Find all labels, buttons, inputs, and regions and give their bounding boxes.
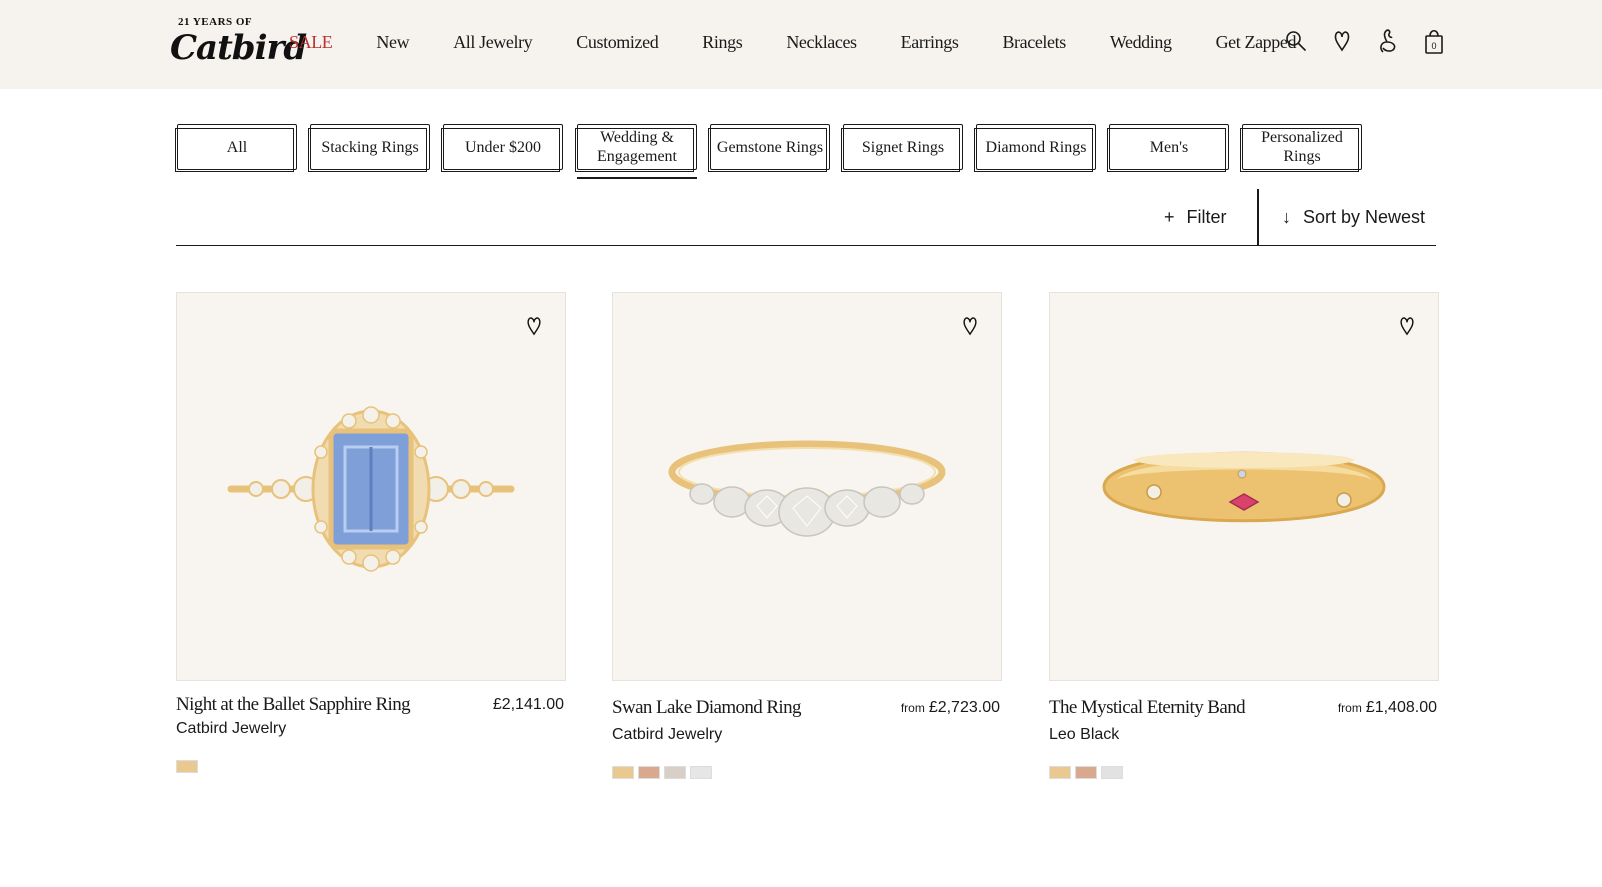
swatch-white-gold[interactable] xyxy=(664,766,686,779)
logo-wordmark: Catbird xyxy=(170,28,307,68)
swatch-white-gold[interactable] xyxy=(1101,766,1123,779)
sort-label: Sort by Newest xyxy=(1303,207,1426,227)
category-all[interactable]: All xyxy=(175,124,297,172)
nav-item-earrings[interactable]: Earrings xyxy=(901,32,959,53)
product-price-value: £1,408.00 xyxy=(1365,699,1437,716)
swan-icon[interactable] xyxy=(1375,26,1401,56)
product-brand: Catbird Jewelry xyxy=(612,726,723,743)
nav-item-all-jewelry[interactable]: All Jewelry xyxy=(453,32,532,53)
category-personalized-rings[interactable]: Personalized Rings xyxy=(1240,124,1362,172)
category-gemstone-rings[interactable]: Gemstone Rings xyxy=(708,124,830,172)
product-card[interactable]: The Mystical Eternity Band from £1,408.00… xyxy=(1049,292,1439,779)
metal-swatches xyxy=(176,760,202,773)
swatch-yellow-gold[interactable] xyxy=(1049,766,1071,779)
product-image[interactable] xyxy=(1049,292,1439,681)
logo-anniversary-text: 21 YEARS OF xyxy=(178,16,253,28)
nav-item-new[interactable]: New xyxy=(376,32,409,53)
category-mens[interactable]: Men's xyxy=(1107,124,1229,172)
category-signet-rings[interactable]: Signet Rings xyxy=(841,124,963,172)
plus-icon: + xyxy=(1164,207,1175,227)
sort-button[interactable]: ↓ Sort by Newest xyxy=(1282,207,1425,228)
price-from-label: from xyxy=(1337,701,1362,715)
eternity-band-image xyxy=(1102,451,1386,522)
swatch-rose-gold[interactable] xyxy=(638,766,660,779)
svg-text:0: 0 xyxy=(1431,41,1436,51)
wishlist-heart-icon[interactable] xyxy=(1398,315,1416,342)
filter-divider xyxy=(1257,189,1259,246)
bag-icon[interactable]: 0 xyxy=(1421,26,1447,56)
nav-item-customized[interactable]: Customized xyxy=(576,32,658,53)
wishlist-heart-icon[interactable] xyxy=(525,315,543,342)
nav-item-bracelets[interactable]: Bracelets xyxy=(1002,32,1066,53)
product-brand: Catbird Jewelry xyxy=(176,720,287,737)
product-name[interactable]: The Mystical Eternity Band xyxy=(1049,697,1246,719)
swatch-yellow-gold[interactable] xyxy=(612,766,634,779)
nav-item-necklaces[interactable]: Necklaces xyxy=(786,32,857,53)
filter-label: Filter xyxy=(1186,207,1227,227)
product-price-value: £2,723.00 xyxy=(928,699,1000,716)
catbird-logo[interactable]: 21 YEARS OF Catbird xyxy=(170,14,307,70)
product-price: £2,141.00 xyxy=(493,696,564,714)
product-brand: Leo Black xyxy=(1049,726,1120,743)
category-diamond-rings[interactable]: Diamond Rings xyxy=(974,124,1096,172)
search-icon[interactable] xyxy=(1283,26,1309,56)
sapphire-ring-image xyxy=(227,405,515,572)
product-price-value: £2,141.00 xyxy=(492,696,564,713)
wishlist-heart-icon[interactable] xyxy=(961,315,979,342)
header-icons: 0 xyxy=(1283,26,1467,56)
active-category-underline xyxy=(577,177,697,179)
product-name[interactable]: Swan Lake Diamond Ring xyxy=(612,697,802,719)
product-card[interactable]: Swan Lake Diamond Ring from £2,723.00 Cat… xyxy=(612,292,1002,779)
price-from-label: from xyxy=(900,701,925,715)
nav-item-rings[interactable]: Rings xyxy=(702,32,742,53)
heart-icon[interactable] xyxy=(1329,26,1355,56)
arrow-down-icon: ↓ xyxy=(1282,207,1291,227)
product-price: from £1,408.00 xyxy=(1338,699,1437,717)
product-name[interactable]: Night at the Ballet Sapphire Ring xyxy=(176,694,411,716)
filter-bar: + Filter ↓ Sort by Newest xyxy=(176,189,1436,246)
metal-swatches xyxy=(612,766,716,779)
diamond-ring-image xyxy=(668,440,946,537)
metal-swatches xyxy=(1049,766,1127,779)
product-card[interactable]: Night at the Ballet Sapphire Ring £2,141… xyxy=(176,292,566,773)
main-nav: SALE New All Jewelry Customized Rings Ne… xyxy=(289,30,1296,54)
product-price: from £2,723.00 xyxy=(901,699,1000,717)
swatch-platinum[interactable] xyxy=(690,766,712,779)
nav-item-wedding[interactable]: Wedding xyxy=(1110,32,1172,53)
category-stacking-rings[interactable]: Stacking Rings xyxy=(308,124,430,172)
product-image[interactable] xyxy=(176,292,566,681)
product-image[interactable] xyxy=(612,292,1002,681)
category-wedding-engagement[interactable]: Wedding & Engagement xyxy=(575,124,697,172)
swatch-rose-gold[interactable] xyxy=(1075,766,1097,779)
swatch-yellow-gold[interactable] xyxy=(176,760,198,773)
nav-item-sale[interactable]: SALE xyxy=(289,32,333,53)
filter-button[interactable]: + Filter xyxy=(1164,207,1227,228)
category-under-200[interactable]: Under $200 xyxy=(441,124,563,172)
site-header: 21 YEARS OF Catbird SALE New All Jewelry… xyxy=(0,0,1602,89)
